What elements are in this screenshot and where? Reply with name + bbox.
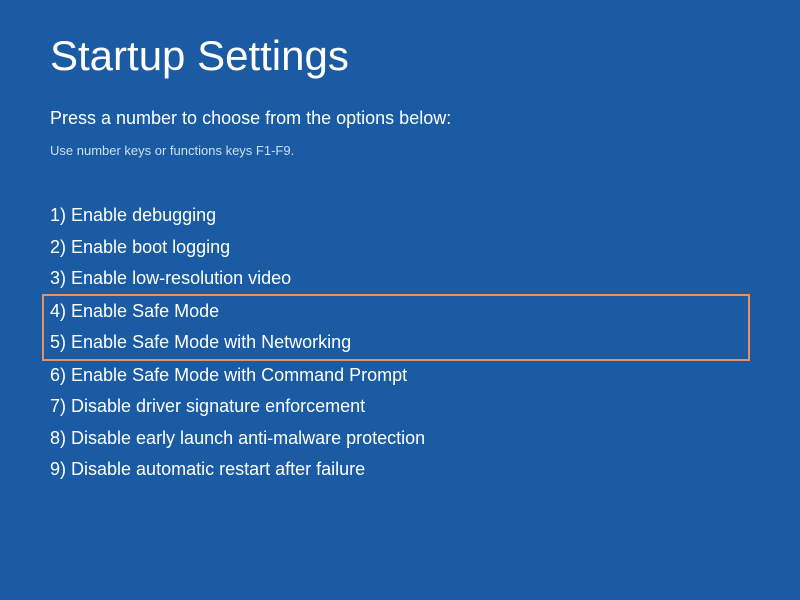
option-item-7[interactable]: 7) Disable driver signature enforcement <box>50 391 750 423</box>
highlight-annotation: 4) Enable Safe Mode 5) Enable Safe Mode … <box>42 294 750 361</box>
option-label: Enable debugging <box>71 205 216 225</box>
option-label: Disable early launch anti-malware protec… <box>71 428 425 448</box>
option-label: Disable automatic restart after failure <box>71 459 365 479</box>
option-item-4[interactable]: 4) Enable Safe Mode <box>50 296 748 328</box>
option-num: 4 <box>50 301 60 321</box>
option-item-3[interactable]: 3) Enable low-resolution video <box>50 263 750 295</box>
option-item-8[interactable]: 8) Disable early launch anti-malware pro… <box>50 423 750 455</box>
option-num: 1 <box>50 205 60 225</box>
option-num: 3 <box>50 268 60 288</box>
page-title: Startup Settings <box>50 32 750 80</box>
option-num: 6 <box>50 365 60 385</box>
option-label: Disable driver signature enforcement <box>71 396 365 416</box>
option-item-2[interactable]: 2) Enable boot logging <box>50 232 750 264</box>
option-num: 7 <box>50 396 60 416</box>
options-list: 1) Enable debugging 2) Enable boot loggi… <box>50 200 750 486</box>
option-num: 2 <box>50 237 60 257</box>
option-label: Enable boot logging <box>71 237 230 257</box>
option-label: Enable Safe Mode with Command Prompt <box>71 365 407 385</box>
option-num: 5 <box>50 332 60 352</box>
instruction-text: Press a number to choose from the option… <box>50 108 750 129</box>
option-item-5[interactable]: 5) Enable Safe Mode with Networking <box>50 327 748 359</box>
option-item-1[interactable]: 1) Enable debugging <box>50 200 750 232</box>
option-label: Enable low-resolution video <box>71 268 291 288</box>
option-item-9[interactable]: 9) Disable automatic restart after failu… <box>50 454 750 486</box>
option-num: 9 <box>50 459 60 479</box>
option-label: Enable Safe Mode <box>71 301 219 321</box>
option-label: Enable Safe Mode with Networking <box>71 332 351 352</box>
option-num: 8 <box>50 428 60 448</box>
option-item-6[interactable]: 6) Enable Safe Mode with Command Prompt <box>50 360 750 392</box>
startup-settings-screen: Startup Settings Press a number to choos… <box>0 0 800 518</box>
hint-text: Use number keys or functions keys F1-F9. <box>50 143 750 158</box>
